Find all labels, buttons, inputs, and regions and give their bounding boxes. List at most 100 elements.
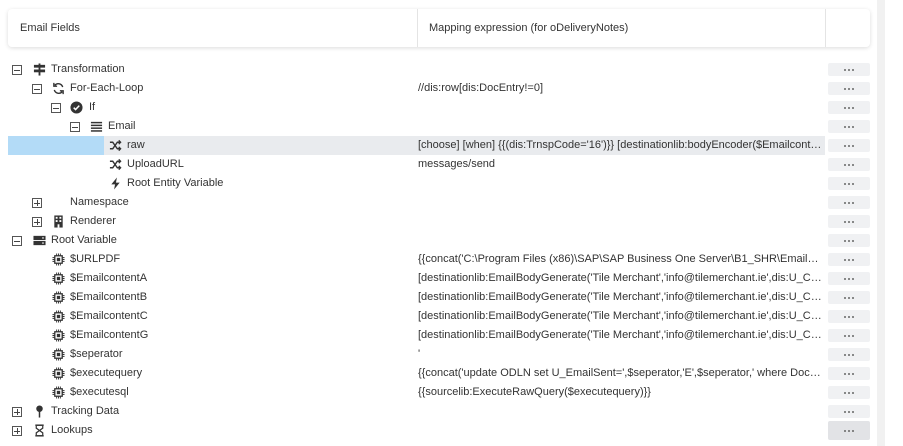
tree-row-label: Lookups	[51, 424, 93, 436]
more-actions-button[interactable]	[828, 101, 870, 114]
pin-icon	[33, 405, 46, 418]
hourglass-icon	[33, 424, 46, 437]
check-circle-icon	[70, 101, 83, 114]
shuffle-icon	[109, 158, 122, 171]
tree-row-label: $EmailcontentC	[70, 310, 148, 322]
tree-row-if[interactable]: If	[0, 98, 876, 117]
expand-toggle-icon[interactable]	[12, 426, 22, 436]
chip-icon	[52, 291, 65, 304]
tree-row-lookups[interactable]: Lookups	[0, 421, 876, 440]
collapse-toggle-icon[interactable]	[51, 103, 61, 113]
mapping-expression[interactable]: [destinationlib:EmailBodyGenerate('Tile …	[418, 329, 826, 341]
tree-row-transformation[interactable]: Transformation	[0, 60, 876, 79]
tree-row-label: Transformation	[51, 63, 125, 75]
more-actions-button[interactable]	[828, 348, 870, 361]
mapping-expression[interactable]: //dis:row[dis:DocEntry!=0]	[418, 82, 826, 94]
more-actions-button[interactable]	[828, 405, 870, 418]
tree-row-emailcontentb[interactable]: $EmailcontentB [destinationlib:EmailBody…	[0, 288, 876, 307]
mapping-expression[interactable]: {{concat('update ODLN set U_EmailSent=',…	[418, 367, 826, 379]
more-actions-button[interactable]	[828, 253, 870, 266]
more-actions-button[interactable]	[828, 63, 870, 76]
bolt-icon	[109, 177, 122, 190]
tree-row-root-entity-variable[interactable]: Root Entity Variable	[0, 174, 876, 193]
more-actions-button[interactable]	[828, 291, 870, 304]
more-actions-button[interactable]	[828, 139, 870, 152]
mapping-column-header[interactable]: Mapping expression (for oDeliveryNotes)	[418, 9, 826, 47]
tree-row-label: $executequery	[70, 367, 143, 379]
more-actions-button[interactable]	[828, 386, 870, 399]
collapse-toggle-icon[interactable]	[12, 65, 22, 75]
more-actions-button[interactable]	[828, 215, 870, 228]
chip-icon	[52, 329, 65, 342]
tree-row-emailcontentc[interactable]: $EmailcontentC [destinationlib:EmailBody…	[0, 307, 876, 326]
more-actions-button[interactable]	[828, 421, 870, 440]
tree-row-label: $seperator	[70, 348, 123, 360]
tree-row-label: raw	[127, 139, 145, 151]
vertical-scrollbar[interactable]	[877, 0, 885, 446]
tree-row-renderer[interactable]: Renderer	[0, 212, 876, 231]
selection-accent	[8, 136, 104, 155]
building-icon	[52, 215, 65, 228]
more-actions-button[interactable]	[828, 82, 870, 95]
tree-row-urlpdf[interactable]: $URLPDF {{concat('C:\Program Files (x86)…	[0, 250, 876, 269]
tree-row-for-each-loop[interactable]: For-Each-Loop //dis:row[dis:DocEntry!=0]	[0, 79, 876, 98]
more-actions-button[interactable]	[828, 310, 870, 323]
more-actions-button[interactable]	[828, 177, 870, 190]
tree-row-tracking-data[interactable]: Tracking Data	[0, 402, 876, 421]
more-actions-button[interactable]	[828, 329, 870, 342]
mapping-expression[interactable]: {{sourcelib:ExecuteRawQuery($executequer…	[418, 386, 826, 398]
mapping-expression[interactable]: messages/send	[418, 158, 826, 170]
tree-row-executequery[interactable]: $executequery {{concat('update ODLN set …	[0, 364, 876, 383]
tree-row-label: If	[89, 101, 96, 113]
tree-row-emailcontentg[interactable]: $EmailcontentG [destinationlib:EmailBody…	[0, 326, 876, 345]
collapse-toggle-icon[interactable]	[32, 84, 42, 94]
mapping-expression[interactable]: [destinationlib:EmailBodyGenerate('Tile …	[418, 291, 826, 303]
actions-column-header	[826, 9, 870, 47]
tree-row-label: Root Variable	[51, 234, 117, 246]
tree-row-label: $EmailcontentB	[70, 291, 148, 303]
tree-row-label: $EmailcontentG	[70, 329, 149, 341]
more-actions-button[interactable]	[828, 234, 870, 247]
tree-row-label: $executesql	[70, 386, 129, 398]
tree-row-label: Tracking Data	[51, 405, 120, 417]
tree-row-executesql[interactable]: $executesql {{sourcelib:ExecuteRawQuery(…	[0, 383, 876, 402]
mapping-expression[interactable]: '	[418, 348, 826, 360]
chip-icon	[52, 310, 65, 323]
tree-row-raw[interactable]: raw [choose] [when] {{(dis:TrnspCode='16…	[0, 136, 876, 155]
collapse-toggle-icon[interactable]	[70, 122, 80, 132]
tree-row-root-variable[interactable]: Root Variable	[0, 231, 876, 250]
tree-row-label: $URLPDF	[70, 253, 121, 265]
tree-row-label: Namespace	[70, 196, 129, 208]
chip-icon	[52, 386, 65, 399]
expand-toggle-icon[interactable]	[32, 198, 42, 208]
more-actions-button[interactable]	[828, 272, 870, 285]
mapping-expression[interactable]: [destinationlib:EmailBodyGenerate('Tile …	[418, 272, 826, 284]
grid-header: Email Fields Mapping expression (for oDe…	[8, 9, 870, 47]
mapping-expression[interactable]: [choose] [when] {{(dis:TrnspCode='16')}}…	[418, 139, 826, 151]
more-actions-button[interactable]	[828, 196, 870, 209]
tree-row-emailcontenta[interactable]: $EmailcontentA [destinationlib:EmailBody…	[0, 269, 876, 288]
tree-row-namespace[interactable]: Namespace	[0, 193, 876, 212]
shuffle-icon	[109, 139, 122, 152]
expand-toggle-icon[interactable]	[12, 407, 22, 417]
tree-row-label: Renderer	[70, 215, 116, 227]
expand-toggle-icon[interactable]	[32, 217, 42, 227]
tree-row-email[interactable]: Email	[0, 117, 876, 136]
mapping-expression[interactable]: [destinationlib:EmailBodyGenerate('Tile …	[418, 310, 826, 322]
tree-row-seperator[interactable]: $seperator '	[0, 345, 876, 364]
email-fields-column-header[interactable]: Email Fields	[8, 9, 418, 47]
email-fields-header-label: Email Fields	[20, 22, 80, 34]
more-actions-button[interactable]	[828, 158, 870, 171]
tree-row-label: For-Each-Loop	[70, 82, 144, 94]
tree-row-uploadurl[interactable]: UploadURL messages/send	[0, 155, 876, 174]
collapse-toggle-icon[interactable]	[12, 236, 22, 246]
tree-row-label: Root Entity Variable	[127, 177, 224, 189]
chip-icon	[52, 367, 65, 380]
more-actions-button[interactable]	[828, 367, 870, 380]
mapping-header-label: Mapping expression (for oDeliveryNotes)	[429, 22, 629, 34]
chip-icon	[52, 253, 65, 266]
list-icon	[90, 120, 103, 133]
more-actions-button[interactable]	[828, 120, 870, 133]
tree-row-label: UploadURL	[127, 158, 184, 170]
mapping-expression[interactable]: {{concat('C:\Program Files (x86)\SAP\SAP…	[418, 253, 826, 265]
